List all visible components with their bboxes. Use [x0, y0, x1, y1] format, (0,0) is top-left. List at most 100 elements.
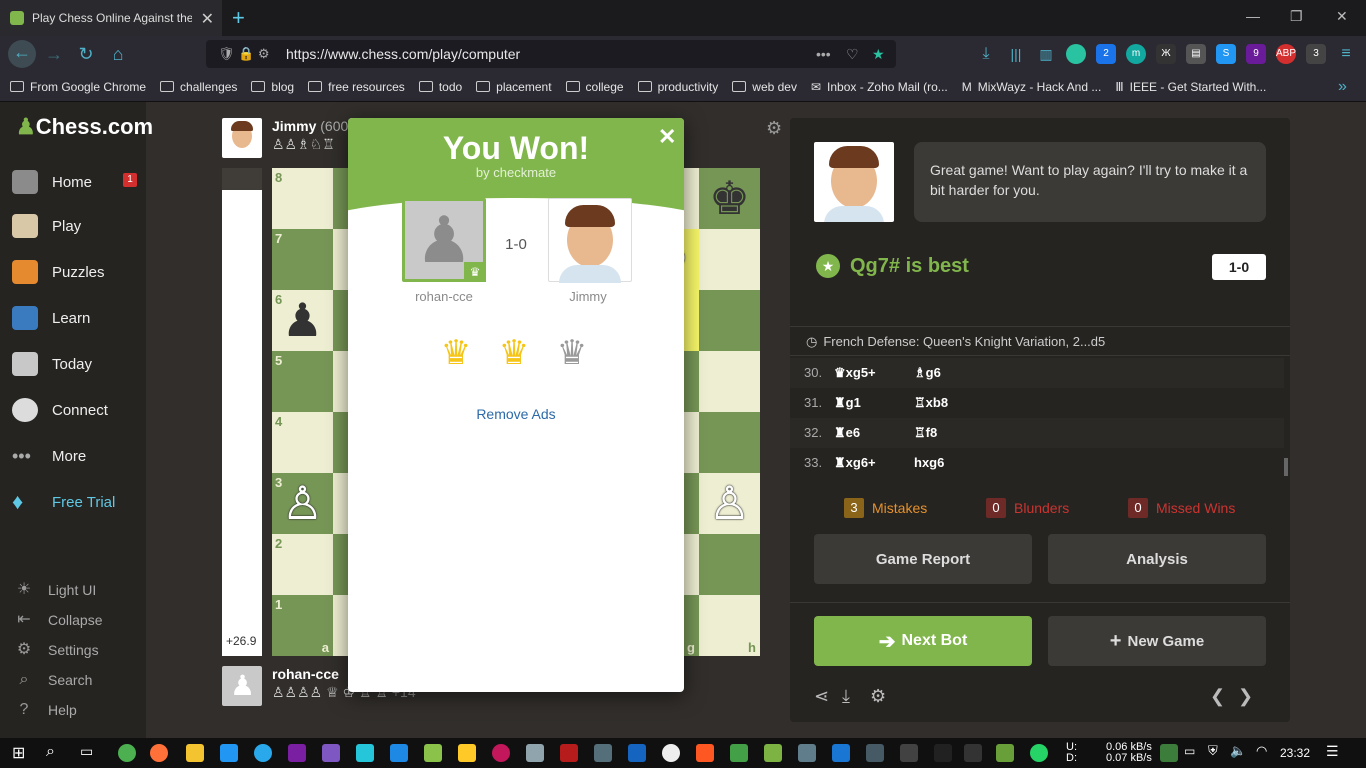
- search-icon[interactable]: ⌕: [46, 743, 55, 761]
- share-icon[interactable]: ⋖: [814, 686, 829, 707]
- move-black[interactable]: hxg6: [914, 448, 944, 478]
- new-game-button[interactable]: + New Game: [1048, 616, 1266, 666]
- bookmark-item[interactable]: ✉ Inbox - Zoho Mail (ro...: [811, 80, 948, 94]
- sidebar-item-learn[interactable]: Learn: [12, 306, 90, 330]
- board-square[interactable]: ♙: [699, 473, 760, 534]
- chess-piece[interactable]: ♙: [699, 473, 760, 534]
- bookmark-item[interactable]: challenges: [160, 80, 237, 94]
- python-icon[interactable]: [458, 744, 476, 762]
- close-window-icon[interactable]: ✕: [1336, 8, 1348, 25]
- xd-icon[interactable]: [560, 744, 578, 762]
- menu-icon[interactable]: ≡: [1336, 44, 1356, 64]
- next-move-icon[interactable]: ❯: [1238, 686, 1253, 707]
- terminal-icon[interactable]: [900, 744, 918, 762]
- volume-icon[interactable]: 🔈: [1230, 743, 1246, 759]
- opening-name[interactable]: ◷ French Defense: Queen's Knight Variatio…: [790, 326, 1290, 356]
- extension-icon[interactable]: 3: [1306, 44, 1326, 64]
- app-icon[interactable]: [764, 744, 782, 762]
- chess-piece[interactable]: ♚: [699, 168, 760, 229]
- reader-extension-icon[interactable]: ▤: [1186, 44, 1206, 64]
- wifi-icon[interactable]: ◠: [1256, 743, 1267, 759]
- board-square[interactable]: 4: [272, 412, 333, 473]
- restore-icon[interactable]: ❐: [1290, 8, 1303, 25]
- move-black[interactable]: ♗g6: [914, 358, 941, 388]
- board-square[interactable]: 7: [272, 229, 333, 290]
- sidebar-item-puzzles[interactable]: Puzzles: [12, 260, 105, 284]
- downloads-icon[interactable]: ⤓: [976, 44, 996, 64]
- app-icon[interactable]: [832, 744, 850, 762]
- board-square[interactable]: h: [699, 595, 760, 656]
- m-extension-icon[interactable]: m: [1126, 44, 1146, 64]
- close-icon[interactable]: ✕: [658, 124, 676, 150]
- trello-icon[interactable]: [390, 744, 408, 762]
- chrome-icon[interactable]: [118, 744, 136, 762]
- browser-tab[interactable]: Play Chess Online Against the C ✕: [0, 0, 222, 36]
- board-square[interactable]: 6 ♟: [272, 290, 333, 351]
- board-square[interactable]: [699, 229, 760, 290]
- board-square[interactable]: [699, 412, 760, 473]
- opponent-avatar[interactable]: [222, 118, 262, 158]
- app-icon[interactable]: [964, 744, 982, 762]
- next-bot-button[interactable]: ➔ Next Bot: [814, 616, 1032, 666]
- app-icon[interactable]: [662, 744, 680, 762]
- app-icon[interactable]: [594, 744, 612, 762]
- board-settings-icon[interactable]: ⚙: [766, 118, 782, 139]
- move-white[interactable]: ♜g1: [834, 388, 861, 418]
- back-icon[interactable]: ←: [8, 40, 36, 68]
- windows-start-icon[interactable]: ⊞: [12, 743, 25, 763]
- library-icon[interactable]: |||: [1006, 44, 1026, 64]
- app-icon[interactable]: [934, 744, 952, 762]
- sidebar-item-connect[interactable]: Connect: [12, 398, 108, 422]
- move-black[interactable]: ♖xb8: [914, 388, 948, 418]
- clock[interactable]: 23:32: [1280, 746, 1310, 760]
- virtualbox-icon[interactable]: [526, 744, 544, 762]
- pocket-icon[interactable]: ♡: [846, 40, 859, 68]
- chesscom-logo[interactable]: ♟Chess.com: [16, 114, 153, 140]
- app-icon[interactable]: [356, 744, 374, 762]
- more-bookmarks-icon[interactable]: »: [1338, 78, 1347, 96]
- file-explorer-icon[interactable]: [186, 744, 204, 762]
- task-view-icon[interactable]: ▭: [80, 743, 93, 760]
- bookmark-item[interactable]: productivity: [637, 80, 718, 94]
- page-actions-icon[interactable]: •••: [816, 40, 831, 68]
- minimize-icon[interactable]: —: [1246, 8, 1260, 24]
- player-avatar[interactable]: ♟: [222, 666, 262, 706]
- board-square[interactable]: ♚: [699, 168, 760, 229]
- bookmark-item[interactable]: free resources: [308, 80, 405, 94]
- app-icon[interactable]: [798, 744, 816, 762]
- bookmark-star-icon[interactable]: ★: [872, 40, 885, 68]
- adblock-plus-icon[interactable]: ABP: [1276, 44, 1296, 64]
- ghostery-extension-icon[interactable]: 2: [1096, 44, 1116, 64]
- board-square[interactable]: [699, 290, 760, 351]
- bookmark-item[interactable]: Ⅲ IEEE - Get Started With...: [1115, 80, 1266, 94]
- bookmark-item[interactable]: blog: [251, 80, 294, 94]
- telegram-icon[interactable]: [254, 744, 272, 762]
- bookmark-item[interactable]: M MixWayz - Hack And ...: [962, 80, 1102, 94]
- app-icon[interactable]: [996, 744, 1014, 762]
- android-studio-icon[interactable]: [424, 744, 442, 762]
- sidebar-icon[interactable]: ▥: [1036, 44, 1056, 64]
- bookmark-item[interactable]: college: [565, 80, 624, 94]
- battery-icon[interactable]: ▭: [1184, 744, 1195, 758]
- board-square[interactable]: 1a: [272, 595, 333, 656]
- move-white[interactable]: ♛xg5+: [834, 358, 876, 388]
- chess-piece[interactable]: ♙: [272, 473, 333, 534]
- stat-blunders[interactable]: 0 Blunders: [986, 498, 1069, 518]
- move-black[interactable]: ♖f8: [914, 418, 937, 448]
- close-tab-icon[interactable]: ✕: [201, 9, 214, 29]
- app-icon[interactable]: [628, 744, 646, 762]
- translate-extension-icon[interactable]: Ж: [1156, 44, 1176, 64]
- stat-mistakes[interactable]: 3 Mistakes: [844, 498, 927, 518]
- tray-app-icon[interactable]: [1160, 744, 1178, 762]
- sidebar-item-today[interactable]: Today: [12, 352, 92, 376]
- help-link[interactable]: ? Help: [14, 700, 77, 720]
- settings-link[interactable]: ⚙ Settings: [14, 640, 99, 660]
- previous-move-icon[interactable]: ❮: [1210, 686, 1225, 707]
- opponent-name[interactable]: Jimmy (600): [272, 118, 353, 134]
- download-icon[interactable]: ⤓: [842, 686, 850, 707]
- chess-piece[interactable]: ♟: [272, 290, 333, 351]
- move-white[interactable]: ♜e6: [834, 418, 860, 448]
- bookmark-item[interactable]: From Google Chrome: [10, 80, 146, 94]
- vscode-icon[interactable]: [220, 744, 238, 762]
- url-bar[interactable]: 🛡 🔒 ⚙ https://www.chess.com/play/compute…: [206, 40, 896, 68]
